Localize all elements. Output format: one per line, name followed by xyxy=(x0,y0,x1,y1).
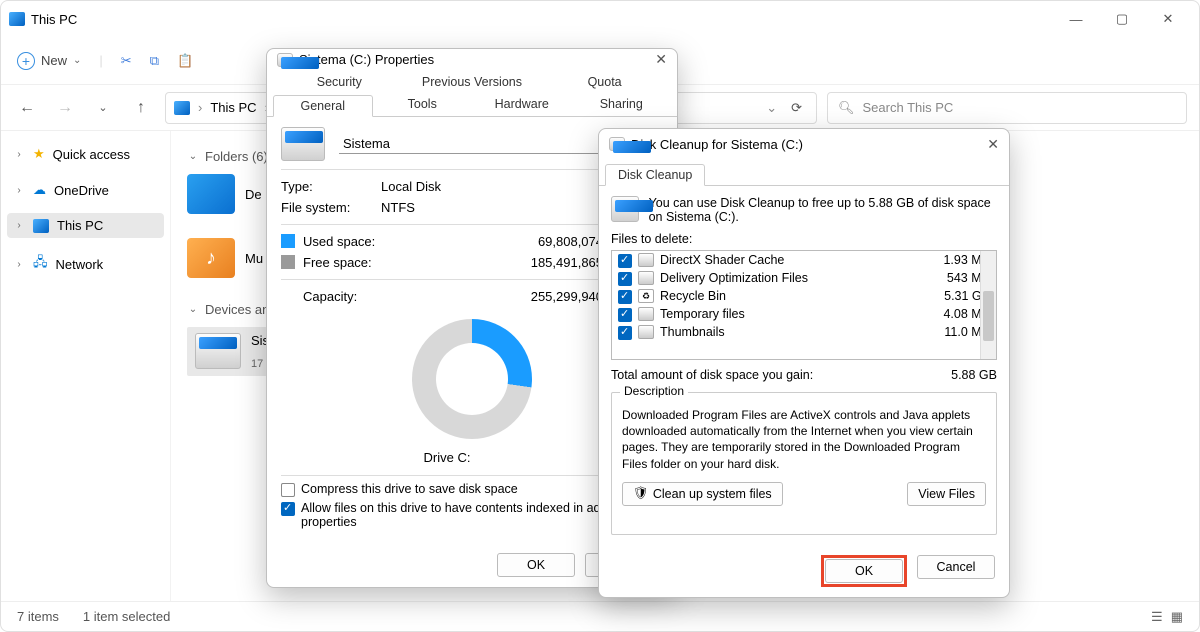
tab-sharing[interactable]: Sharing xyxy=(572,94,672,116)
dialog-titlebar: Disk Cleanup for Sistema (C:) ✕ xyxy=(599,129,1009,159)
thispc-icon xyxy=(174,101,190,115)
chevron-down-icon: ⌄ xyxy=(73,55,81,66)
intro-text: You can use Disk Cleanup to free up to 5… xyxy=(649,196,997,224)
free-color-icon xyxy=(281,255,295,269)
files-to-delete-label: Files to delete: xyxy=(611,232,997,246)
sidebar-item-onedrive[interactable]: ›☁OneDrive xyxy=(7,177,164,203)
new-button[interactable]: + New ⌄ xyxy=(17,52,81,70)
icons-view-button[interactable]: ▦ xyxy=(1171,609,1183,625)
ok-highlight: OK xyxy=(821,555,907,587)
search-icon: 🔍︎ xyxy=(838,100,855,116)
list-item[interactable]: Delivery Optimization Files543 MB xyxy=(612,269,996,287)
item-count: 7 items xyxy=(17,609,59,624)
tab-tools[interactable]: Tools xyxy=(373,94,473,116)
maximize-button[interactable]: ▢ xyxy=(1099,3,1145,35)
type-value: Local Disk xyxy=(381,179,441,194)
file-icon xyxy=(638,307,654,321)
disk-cleanup-dialog: Disk Cleanup for Sistema (C:) ✕ Disk Cle… xyxy=(598,128,1010,598)
file-icon xyxy=(638,325,654,339)
folder-item[interactable]: ♪Mu xyxy=(187,238,263,278)
tab-hardware[interactable]: Hardware xyxy=(472,94,572,116)
tab-general[interactable]: General xyxy=(273,95,373,117)
back-button[interactable]: ← xyxy=(13,99,41,117)
tabs-row-2: General Tools Hardware Sharing xyxy=(267,92,677,117)
tab-security[interactable]: Security xyxy=(273,72,406,92)
list-item[interactable]: DirectX Shader Cache1.93 MB xyxy=(612,251,996,269)
clean-system-files-button[interactable]: 🛡Clean up system files xyxy=(622,482,783,506)
drive-icon xyxy=(611,196,639,222)
selection-count: 1 item selected xyxy=(83,609,170,624)
folder-item[interactable]: De xyxy=(187,174,262,214)
refresh-button[interactable]: ⟳ xyxy=(785,100,808,116)
usage-pie-chart xyxy=(412,319,532,439)
star-icon: ★ xyxy=(33,146,45,162)
plus-icon: + xyxy=(17,52,35,70)
tab-quota[interactable]: Quota xyxy=(538,72,671,92)
scrollbar[interactable] xyxy=(980,251,996,359)
tabs-row-1: Security Previous Versions Quota xyxy=(267,70,677,92)
status-bar: 7 items 1 item selected ☰ ▦ xyxy=(1,601,1199,631)
folder-icon xyxy=(187,174,235,214)
filesystem-value: NTFS xyxy=(381,200,415,215)
file-icon xyxy=(638,253,654,267)
close-button[interactable]: ✕ xyxy=(1145,3,1191,35)
thispc-icon xyxy=(33,219,49,233)
drive-icon xyxy=(195,333,241,369)
drive-label: Drive C: xyxy=(281,450,613,465)
sidebar-item-quick-access[interactable]: ›★Quick access xyxy=(7,141,164,167)
titlebar: This PC — ▢ ✕ xyxy=(1,1,1199,37)
ok-button[interactable]: OK xyxy=(497,553,575,577)
cut-icon[interactable]: ✂ xyxy=(121,53,132,69)
drive-icon xyxy=(609,137,625,151)
tab-disk-cleanup[interactable]: Disk Cleanup xyxy=(605,164,705,186)
list-item[interactable]: ♻Recycle Bin5.31 GB xyxy=(612,287,996,305)
ok-button[interactable]: OK xyxy=(825,559,903,583)
up-button[interactable]: ↑ xyxy=(127,99,155,117)
tab-previous-versions[interactable]: Previous Versions xyxy=(406,72,539,92)
drive-icon xyxy=(277,53,293,67)
copy-icon[interactable]: ⧉ xyxy=(150,53,159,69)
files-list[interactable]: DirectX Shader Cache1.93 MB Delivery Opt… xyxy=(611,250,997,360)
thispc-icon xyxy=(9,12,25,26)
window-title: This PC xyxy=(31,12,77,27)
forward-button[interactable]: → xyxy=(51,99,79,117)
view-files-button[interactable]: View Files xyxy=(907,482,986,506)
total-value: 5.88 GB xyxy=(951,368,997,382)
list-item[interactable]: Temporary files4.08 MB xyxy=(612,305,996,323)
chevron-down-icon[interactable]: ⌄ xyxy=(766,100,777,116)
dialog-title: Sistema (C:) Properties xyxy=(299,52,434,67)
chevron-down-icon[interactable]: ⌄ xyxy=(89,101,117,114)
sidebar-item-thispc[interactable]: ›This PC xyxy=(7,213,164,238)
list-item[interactable]: Thumbnails11.0 MB xyxy=(612,323,996,341)
sidebar-item-network[interactable]: ›🖧Network xyxy=(7,248,164,280)
used-color-icon xyxy=(281,234,295,248)
details-view-button[interactable]: ☰ xyxy=(1151,609,1163,625)
description-text: Downloaded Program Files are ActiveX con… xyxy=(622,407,986,472)
description-box: Description Downloaded Program Files are… xyxy=(611,392,997,535)
minimize-button[interactable]: — xyxy=(1053,3,1099,35)
dialog-title: Disk Cleanup for Sistema (C:) xyxy=(631,137,803,152)
total-label: Total amount of disk space you gain: xyxy=(611,368,813,382)
file-icon xyxy=(638,271,654,285)
dialog-titlebar: Sistema (C:) Properties ✕ xyxy=(267,49,677,70)
shield-icon: 🛡 xyxy=(633,486,649,501)
cloud-icon: ☁ xyxy=(33,182,46,198)
close-button[interactable]: ✕ xyxy=(987,136,999,153)
paste-icon[interactable]: 📋 xyxy=(177,53,193,69)
recycle-bin-icon: ♻ xyxy=(638,289,654,303)
nav-pane: ›★Quick access ›☁OneDrive ›This PC ›🖧Net… xyxy=(1,131,171,601)
search-input[interactable]: 🔍︎ Search This PC xyxy=(827,92,1187,124)
network-icon: 🖧 xyxy=(33,253,48,275)
breadcrumb[interactable]: This PC xyxy=(210,100,256,115)
folder-icon: ♪ xyxy=(187,238,235,278)
close-button[interactable]: ✕ xyxy=(655,51,667,68)
cancel-button[interactable]: Cancel xyxy=(917,555,995,579)
tabs: Disk Cleanup xyxy=(599,159,1009,186)
drive-icon xyxy=(281,127,325,161)
